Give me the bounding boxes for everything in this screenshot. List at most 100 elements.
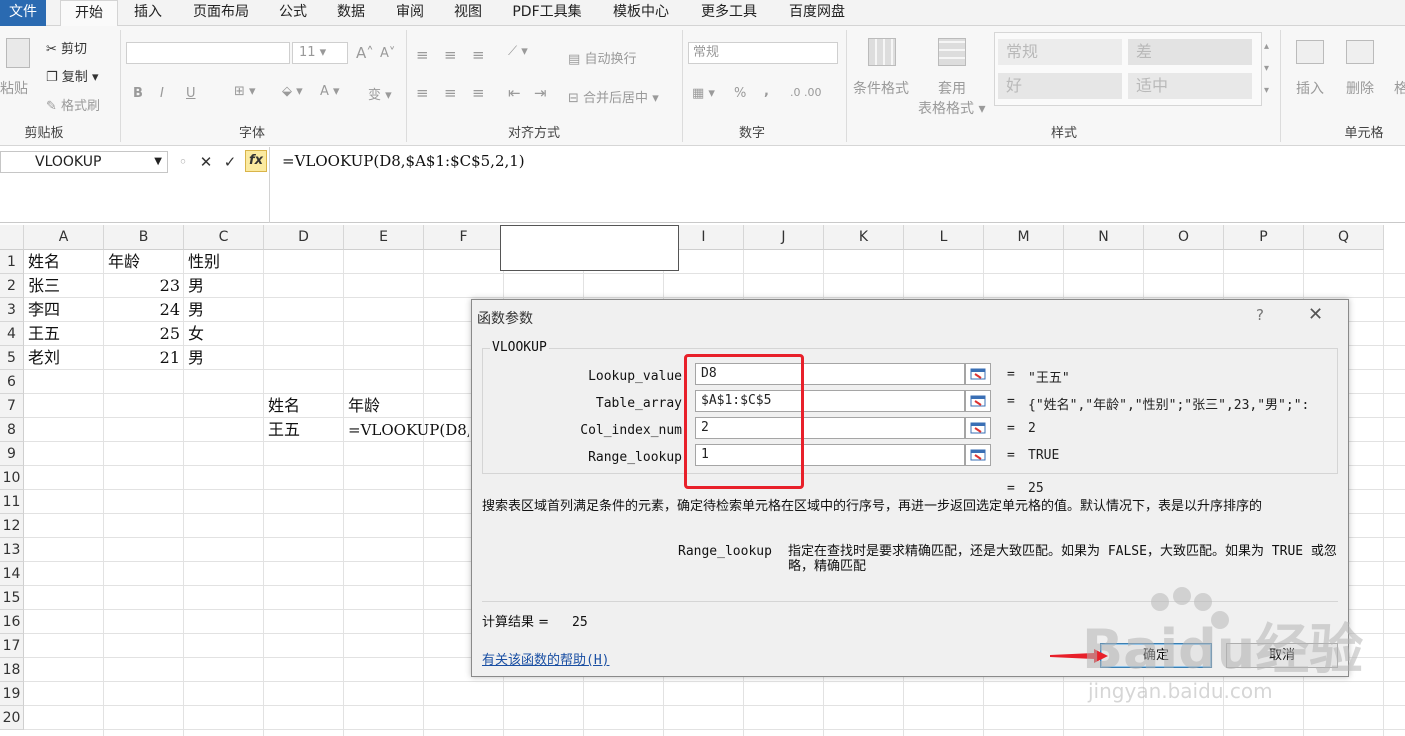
cell-a4[interactable]: 王五 <box>24 322 104 346</box>
paste-icon[interactable] <box>6 38 30 68</box>
cell-b2[interactable]: 23 <box>104 274 184 298</box>
conditional-format-icon[interactable] <box>868 38 896 66</box>
fill-color-button[interactable]: ⬙ ▾ <box>282 84 303 99</box>
cancel-formula-button[interactable]: ✕ <box>195 152 217 172</box>
collapse-dialog-button[interactable] <box>965 390 991 412</box>
row-header-10[interactable]: 10 <box>0 466 24 490</box>
align-bottom-icon[interactable]: ≡ <box>472 46 485 64</box>
format-cells-button[interactable]: 格 <box>1394 78 1405 98</box>
align-left-icon[interactable]: ≡ <box>416 84 429 102</box>
delete-cells-button[interactable]: 删除 <box>1346 78 1374 98</box>
font-name-select[interactable] <box>126 42 290 64</box>
format-painter-button[interactable]: ✎ 格式刷 <box>46 95 100 114</box>
help-question-button[interactable]: ? <box>1256 306 1264 324</box>
row-header-11[interactable]: 11 <box>0 490 24 514</box>
column-header-a[interactable]: A <box>24 225 104 250</box>
tab-more-tools[interactable]: 更多工具 <box>690 0 768 26</box>
cell-a3[interactable]: 李四 <box>24 298 104 322</box>
column-header-m[interactable]: M <box>984 225 1064 250</box>
comma-button[interactable]: , <box>764 84 769 99</box>
tab-insert[interactable]: 插入 <box>124 0 172 26</box>
row-header-12[interactable]: 12 <box>0 514 24 538</box>
tab-template-center[interactable]: 模板中心 <box>602 0 680 26</box>
paste-button[interactable]: 粘贴 <box>0 78 28 98</box>
enter-formula-button[interactable]: ✓ <box>219 152 241 172</box>
column-header-k[interactable]: K <box>824 225 904 250</box>
column-header-d[interactable]: D <box>264 225 344 250</box>
column-header-j[interactable]: J <box>744 225 824 250</box>
cell-c1[interactable]: 性别 <box>184 250 264 274</box>
close-icon[interactable]: ✕ <box>1308 304 1323 325</box>
tab-page-layout[interactable]: 页面布局 <box>182 0 260 26</box>
tab-review[interactable]: 审阅 <box>386 0 434 26</box>
orientation-icon[interactable]: ⟋ ▾ <box>508 44 528 59</box>
increase-decimal-icon[interactable]: .0 .00 <box>790 86 822 99</box>
percent-button[interactable]: % <box>734 86 746 101</box>
insert-cells-icon[interactable] <box>1296 40 1324 64</box>
collapse-dialog-button[interactable] <box>965 363 991 385</box>
cell-a5[interactable]: 老刘 <box>24 346 104 370</box>
row-header-5[interactable]: 5 <box>0 346 24 370</box>
column-header-l[interactable]: L <box>904 225 984 250</box>
cell-b1[interactable]: 年龄 <box>104 250 184 274</box>
name-box[interactable]: VLOOKUP ▼ <box>0 151 168 173</box>
row-header-4[interactable]: 4 <box>0 322 24 346</box>
currency-icon[interactable]: ▦ ▾ <box>692 86 715 101</box>
cell-c5[interactable]: 男 <box>184 346 264 370</box>
row-header-1[interactable]: 1 <box>0 250 24 274</box>
row-header-16[interactable]: 16 <box>0 610 24 634</box>
cell-e8[interactable]: =VLOOKUP(D8,$A <box>344 418 469 442</box>
delete-cells-icon[interactable] <box>1346 40 1374 64</box>
row-header-8[interactable]: 8 <box>0 418 24 442</box>
row-header-19[interactable]: 19 <box>0 682 24 706</box>
row-header-6[interactable]: 6 <box>0 370 24 394</box>
cell-a1[interactable]: 姓名 <box>24 250 104 274</box>
decrease-indent-icon[interactable]: ⇤ <box>508 84 521 102</box>
font-size-select[interactable]: 11 ▾ <box>292 42 348 64</box>
merge-center-button[interactable]: ⊟ 合并后居中 ▾ <box>568 87 659 106</box>
cell-b3[interactable]: 24 <box>104 298 184 322</box>
row-header-15[interactable]: 15 <box>0 586 24 610</box>
number-format-select[interactable]: 常规 <box>688 42 838 64</box>
cell-a2[interactable]: 张三 <box>24 274 104 298</box>
tab-baidu-pan[interactable]: 百度网盘 <box>778 0 856 26</box>
column-header-q[interactable]: Q <box>1304 225 1384 250</box>
italic-button[interactable]: I <box>160 86 164 101</box>
column-header-o[interactable]: O <box>1144 225 1224 250</box>
tab-view[interactable]: 视图 <box>444 0 492 26</box>
tab-file[interactable]: 文件 <box>0 0 46 26</box>
table-format-icon[interactable] <box>938 38 966 66</box>
row-header-7[interactable]: 7 <box>0 394 24 418</box>
bold-button[interactable]: B <box>133 86 143 101</box>
align-top-icon[interactable]: ≡ <box>416 46 429 64</box>
column-header-c[interactable]: C <box>184 225 264 250</box>
row-header-2[interactable]: 2 <box>0 274 24 298</box>
cell-d7[interactable]: 姓名 <box>264 394 344 418</box>
border-button[interactable]: ⊞ ▾ <box>234 84 256 99</box>
copy-button[interactable]: ❐ 复制 ▾ <box>46 66 98 85</box>
function-help-link[interactable]: 有关该函数的帮助(H) <box>482 649 609 668</box>
insert-function-button[interactable]: fx <box>245 150 267 172</box>
row-header-18[interactable]: 18 <box>0 658 24 682</box>
tab-home[interactable]: 开始 <box>60 0 118 27</box>
row-header-14[interactable]: 14 <box>0 562 24 586</box>
cell-c3[interactable]: 男 <box>184 298 264 322</box>
wrap-text-button[interactable]: ▤ 自动换行 <box>568 48 636 67</box>
row-header-17[interactable]: 17 <box>0 634 24 658</box>
column-header-e[interactable]: E <box>344 225 424 250</box>
row-header-9[interactable]: 9 <box>0 442 24 466</box>
increase-indent-icon[interactable]: ⇥ <box>534 84 547 102</box>
column-header-p[interactable]: P <box>1224 225 1304 250</box>
select-all-corner[interactable] <box>0 225 24 250</box>
cell-e7[interactable]: 年龄 <box>344 394 424 418</box>
phonetic-button[interactable]: 变 ▾ <box>368 84 392 103</box>
align-right-icon[interactable]: ≡ <box>472 84 485 102</box>
cell-d8[interactable]: 王五 <box>264 418 344 442</box>
formula-input[interactable]: =VLOOKUP(D8,$A$1:$C$5,2,1) <box>282 152 525 170</box>
shrink-font-button[interactable]: A˅ <box>380 46 395 61</box>
cell-b4[interactable]: 25 <box>104 322 184 346</box>
cut-button[interactable]: ✂ 剪切 <box>46 38 87 57</box>
gallery-scroll-icon[interactable]: ▴ ▾ ▾ <box>1264 36 1269 102</box>
collapse-dialog-button[interactable] <box>965 417 991 439</box>
row-header-3[interactable]: 3 <box>0 298 24 322</box>
